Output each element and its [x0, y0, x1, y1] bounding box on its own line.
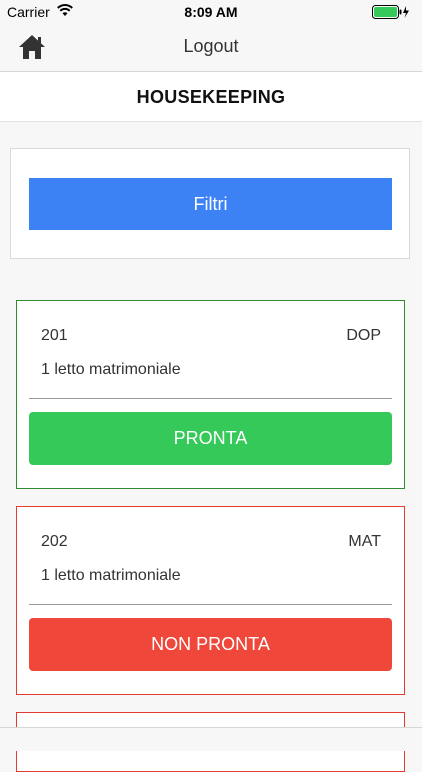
- room-type: MAT: [348, 533, 381, 550]
- room-number: 202: [41, 533, 68, 550]
- filter-button[interactable]: Filtri: [29, 178, 392, 230]
- divider: [29, 604, 392, 605]
- room-status-button[interactable]: NON PRONTA: [29, 618, 392, 671]
- room-card: 202 MAT 1 letto matrimoniale NON PRONTA: [16, 506, 405, 695]
- room-number: 201: [41, 327, 68, 344]
- logout-button[interactable]: Logout: [0, 36, 422, 57]
- room-bed-description: 1 letto matrimoniale: [41, 361, 181, 378]
- room-type: DOP: [346, 327, 381, 344]
- navigation-bar: Logout: [0, 24, 422, 72]
- clock: 8:09 AM: [184, 4, 238, 20]
- room-bed-description: 1 letto matrimoniale: [41, 567, 181, 584]
- page-header: HOUSEKEEPING: [0, 72, 422, 122]
- filter-card: Filtri: [10, 148, 410, 259]
- status-bar: Carrier 8:09 AM: [0, 0, 422, 24]
- room-card: 201 DOP 1 letto matrimoniale PRONTA: [16, 300, 405, 489]
- divider: [29, 398, 392, 399]
- bottom-bar: [0, 727, 422, 751]
- room-status-button[interactable]: PRONTA: [29, 412, 392, 465]
- page-title: HOUSEKEEPING: [136, 87, 286, 107]
- battery-full-icon: [372, 5, 412, 22]
